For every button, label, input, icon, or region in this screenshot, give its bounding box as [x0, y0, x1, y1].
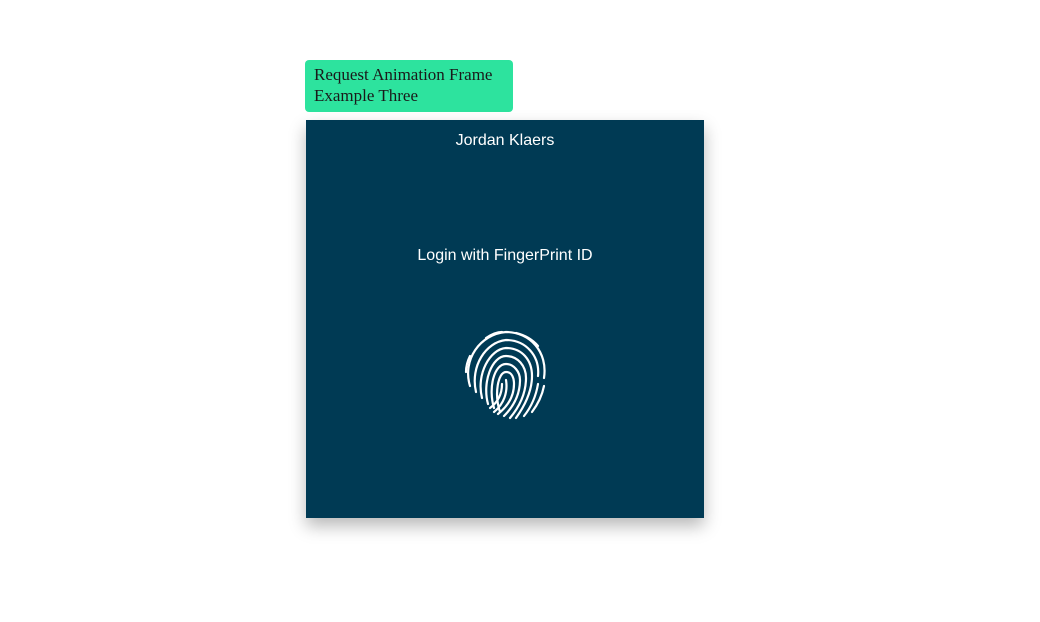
example-title-badge: Request Animation Frame Example Three [305, 60, 513, 112]
login-prompt: Login with FingerPrint ID [417, 247, 593, 264]
login-card: Jordan Klaers Login with FingerPrint ID [306, 120, 704, 518]
fingerprint-icon[interactable] [456, 322, 556, 422]
author-name: Jordan Klaers [455, 132, 555, 149]
example-title-line-2: Example Three [314, 86, 419, 105]
example-title-line-1: Request Animation Frame [314, 65, 493, 84]
